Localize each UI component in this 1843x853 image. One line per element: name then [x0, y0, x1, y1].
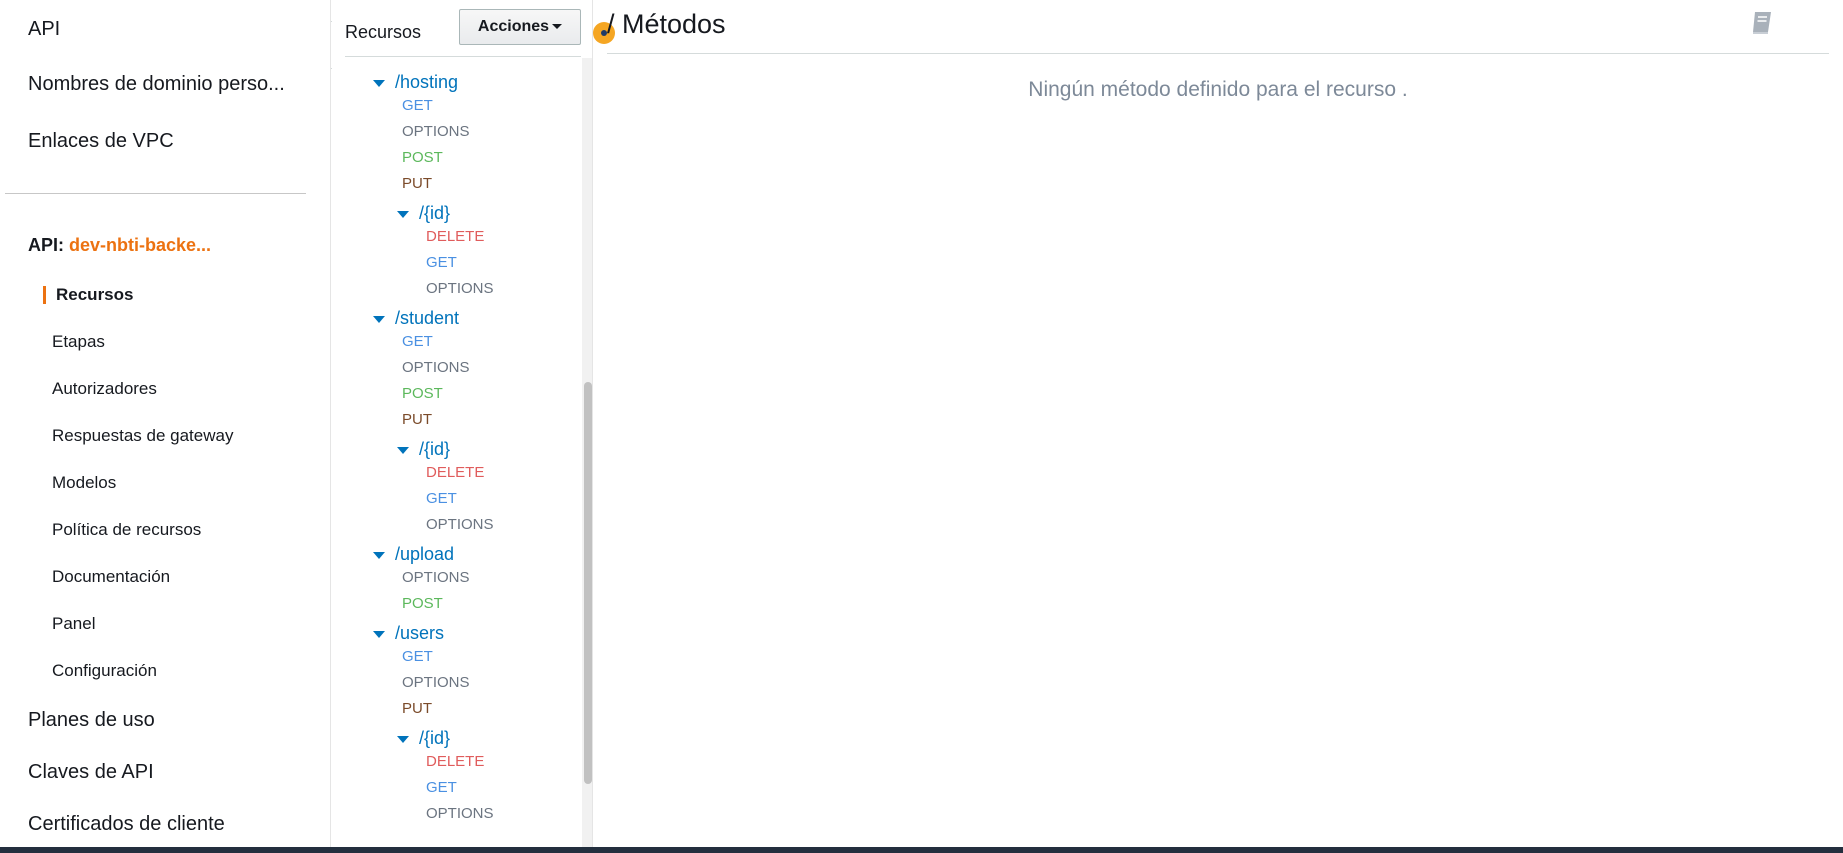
tree-resource-label: /hosting [395, 72, 459, 92]
actions-button[interactable]: Acciones [459, 9, 581, 45]
tree-method-get[interactable]: GET [402, 97, 433, 114]
actions-button-label: Acciones [477, 18, 550, 35]
tree-method-post[interactable]: POST [402, 385, 443, 402]
sidebar-item-models[interactable]: Modelos [52, 473, 116, 493]
tree-method-post[interactable]: POST [402, 595, 443, 612]
tree-method-options[interactable]: OPTIONS [426, 516, 494, 533]
tree-method-options[interactable]: OPTIONS [426, 805, 494, 822]
tree-method-delete[interactable]: DELETE [426, 228, 484, 245]
book-icon[interactable] [1750, 10, 1774, 36]
chevron-down-icon[interactable] [397, 211, 409, 218]
tree-method-get[interactable]: GET [402, 648, 433, 665]
tree-resource[interactable]: /student [373, 308, 460, 329]
tree-header: Recursos [345, 22, 422, 42]
sidebar-item-gateway-responses[interactable]: Respuestas de gateway [52, 426, 233, 446]
nav-item-api-keys[interactable]: Claves de API [28, 761, 154, 784]
tree-method-put[interactable]: PUT [402, 175, 432, 192]
active-indicator [43, 286, 46, 304]
nav-divider [5, 193, 306, 194]
tree-method-delete[interactable]: DELETE [426, 464, 484, 481]
tree-method-options[interactable]: OPTIONS [426, 280, 494, 297]
chevron-down-icon[interactable] [373, 552, 385, 559]
tree-resource-label: /{id} [419, 439, 451, 459]
sidebar-item-settings[interactable]: Configuración [52, 661, 157, 681]
sidebar-item-authorizers[interactable]: Autorizadores [52, 379, 157, 399]
bottom-bar [0, 847, 1843, 853]
tree-method-options[interactable]: OPTIONS [402, 123, 470, 140]
sidebar-item-dashboard[interactable]: Panel [52, 614, 95, 634]
nav-item-api[interactable]: API [28, 18, 60, 41]
sidebar-item-resource-policy[interactable]: Política de recursos [52, 520, 201, 540]
api-title: API: dev-nbti-backe... [28, 235, 211, 256]
api-name[interactable]: dev-nbti-backe... [69, 235, 211, 255]
nav-item-usage-plans[interactable]: Planes de uso [28, 709, 155, 732]
sidebar-item-resources[interactable]: Recursos [56, 285, 133, 305]
tree-resource-label: /{id} [419, 728, 451, 748]
resource-tree-panel: Recursos Acciones OPTIONS/hostingGETOPTI… [330, 0, 593, 853]
tree-resource[interactable]: /{id} [397, 439, 451, 460]
tree-method-options[interactable]: OPTIONS [402, 569, 470, 586]
nav-item-client-certificates[interactable]: Certificados de cliente [28, 813, 225, 836]
nav-item-custom-domain-names[interactable]: Nombres de dominio perso... [28, 73, 285, 96]
chevron-down-icon [552, 24, 563, 30]
tree-method-post[interactable]: POST [402, 149, 443, 166]
tree-method-options[interactable]: OPTIONS [402, 57, 470, 61]
tree-resource-label: /users [395, 623, 445, 643]
tree-resource-label: /{id} [419, 203, 451, 223]
left-navigation: API Nombres de dominio perso... Enlaces … [0, 0, 330, 853]
tree-method-delete[interactable]: DELETE [426, 753, 484, 770]
tree-method-put[interactable]: PUT [402, 411, 432, 428]
chevron-down-icon[interactable] [397, 736, 409, 743]
nav-item-vpc-links[interactable]: Enlaces de VPC [28, 130, 174, 153]
tree-method-get[interactable]: GET [426, 779, 457, 796]
tree-method-get[interactable]: GET [402, 333, 433, 350]
tree-method-options[interactable]: OPTIONS [402, 674, 470, 691]
tree-method-get[interactable]: GET [426, 490, 457, 507]
tree-scrollbar-thumb[interactable] [584, 382, 592, 784]
api-label: API: [28, 235, 64, 255]
tree-method-put[interactable]: PUT [402, 700, 432, 717]
tree-resource[interactable]: /{id} [397, 728, 451, 749]
tree-resource-label: /upload [395, 544, 455, 564]
tree-resource[interactable]: /hosting [373, 72, 459, 93]
tree-resource-label: /student [395, 308, 460, 328]
tree-resource[interactable]: /users [373, 623, 445, 644]
tree-method-options[interactable]: OPTIONS [402, 359, 470, 376]
chevron-down-icon[interactable] [373, 80, 385, 87]
chevron-down-icon[interactable] [373, 316, 385, 323]
chevron-down-icon[interactable] [397, 447, 409, 454]
chevron-down-icon[interactable] [373, 631, 385, 638]
tree-method-get[interactable]: GET [426, 254, 457, 271]
tree-resource[interactable]: /upload [373, 544, 455, 565]
sidebar-item-stages[interactable]: Etapas [52, 332, 105, 352]
sidebar-item-documentation[interactable]: Documentación [52, 567, 170, 587]
resource-tree: OPTIONS/hosting GET OPTIONS POST PUT /{id} DEL… [331, 57, 581, 853]
main-content: / Métodos Ningún método definido para el… [593, 0, 1843, 853]
tree-resource[interactable]: /{id} [397, 203, 451, 224]
page-title: / Métodos [607, 9, 726, 39]
empty-methods-message: Ningún método definido para el recurso . [1028, 78, 1408, 101]
title-divider [607, 53, 1829, 54]
